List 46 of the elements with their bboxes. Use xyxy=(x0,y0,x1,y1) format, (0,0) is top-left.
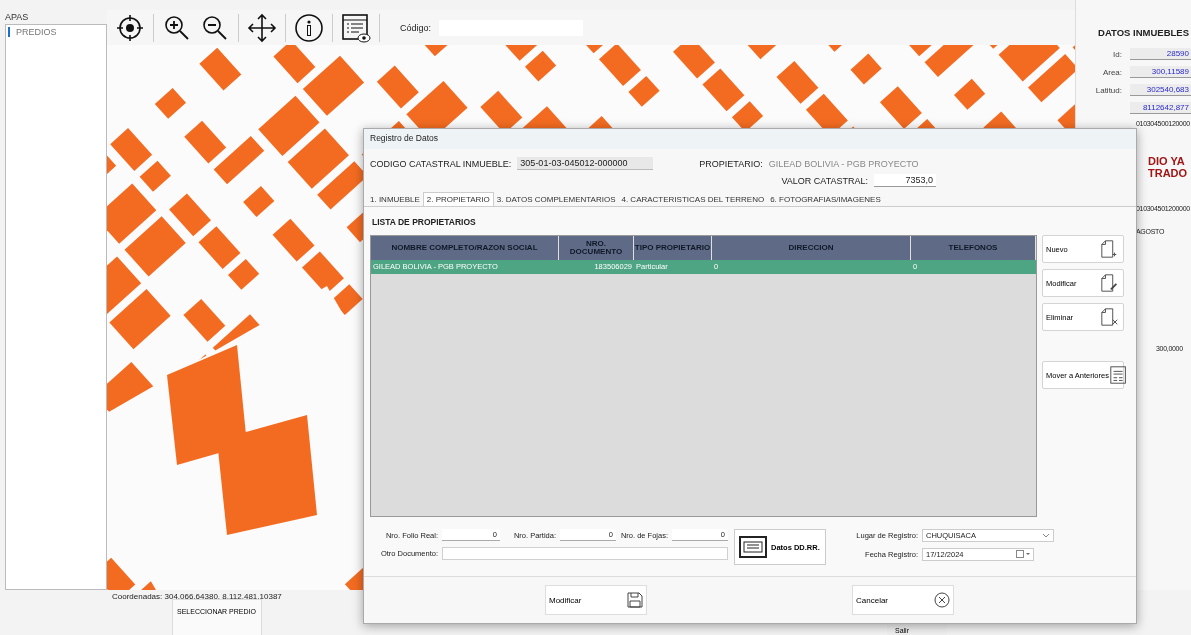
column-header: DIRECCION xyxy=(712,236,911,260)
other-document-field[interactable] xyxy=(442,547,728,560)
panel-title: DATOS INMUEBLES xyxy=(1097,27,1190,38)
tab[interactable]: 6. FOTOGRAFIAS/IMAGENES xyxy=(767,192,884,206)
tab[interactable]: 2. PROPIETARIO xyxy=(422,192,494,206)
save-icon xyxy=(627,592,643,608)
document-icon xyxy=(1100,272,1120,294)
field-label: VALOR CATASTRAL: xyxy=(781,175,868,186)
close-icon xyxy=(934,592,950,608)
column-header: TIPO PROPIETARIO xyxy=(634,236,712,260)
save-button[interactable]: Modificar xyxy=(545,585,647,615)
document-icon xyxy=(1100,306,1120,328)
field-label: Id: xyxy=(1112,49,1122,59)
document-icon xyxy=(739,536,767,558)
info-icon[interactable] xyxy=(294,12,324,43)
field-value: 8112642,877 xyxy=(1130,102,1191,114)
field-label: CODIGO CATASTRAL INMUEBLE: xyxy=(370,158,512,169)
locate-icon[interactable] xyxy=(115,12,145,43)
field-label: Area: xyxy=(1101,67,1122,77)
code-label: Código: xyxy=(400,22,432,33)
column-header: NRO. DOCUMENTO xyxy=(559,236,634,260)
tab[interactable]: 3. DATOS COMPLEMENTARIOS xyxy=(493,192,619,206)
section-title: LISTA DE PROPIETARIOS xyxy=(372,217,477,227)
coordinates-text: Coordenadas: 304.066,64380, 8.112.481,10387 xyxy=(112,592,282,601)
field-label: Latitud: xyxy=(1094,85,1122,95)
pan-icon[interactable] xyxy=(247,12,277,43)
value-field[interactable]: 7353,0 xyxy=(874,174,936,187)
tab[interactable]: 1. INMUEBLE xyxy=(367,192,423,206)
field-value: 300,11589 xyxy=(1130,66,1191,78)
field-value: 28590 xyxy=(1130,48,1191,60)
column-header: NOMBRE COMPLETO/RAZON SOCIAL xyxy=(371,236,559,260)
field-value: 302540,683 xyxy=(1130,84,1191,96)
tab[interactable]: 4. CARACTERISTICAS DEL TERRENO xyxy=(618,192,768,206)
layer-item[interactable]: PREDIOS xyxy=(8,27,104,37)
dialog-title: Registro de Datos xyxy=(370,133,439,143)
cadastral-code-field: 305-01-03-045012-000000 xyxy=(517,157,654,170)
document-icon xyxy=(1108,364,1129,386)
panel-label: APAS xyxy=(5,12,30,24)
calendar-icon xyxy=(1016,550,1030,558)
cancel-button[interactable]: Cancelar xyxy=(852,585,954,615)
field-label: PROPIETARIO: xyxy=(699,158,763,169)
chevron-down-icon xyxy=(1042,531,1050,539)
owner-value: GILEAD BOLIVIA - PGB PROYECTO xyxy=(768,158,919,169)
status-message: DIO YA TRADO xyxy=(1147,155,1189,179)
list-view-icon[interactable] xyxy=(341,12,371,43)
column-header: TELEFONOS xyxy=(911,236,1036,260)
